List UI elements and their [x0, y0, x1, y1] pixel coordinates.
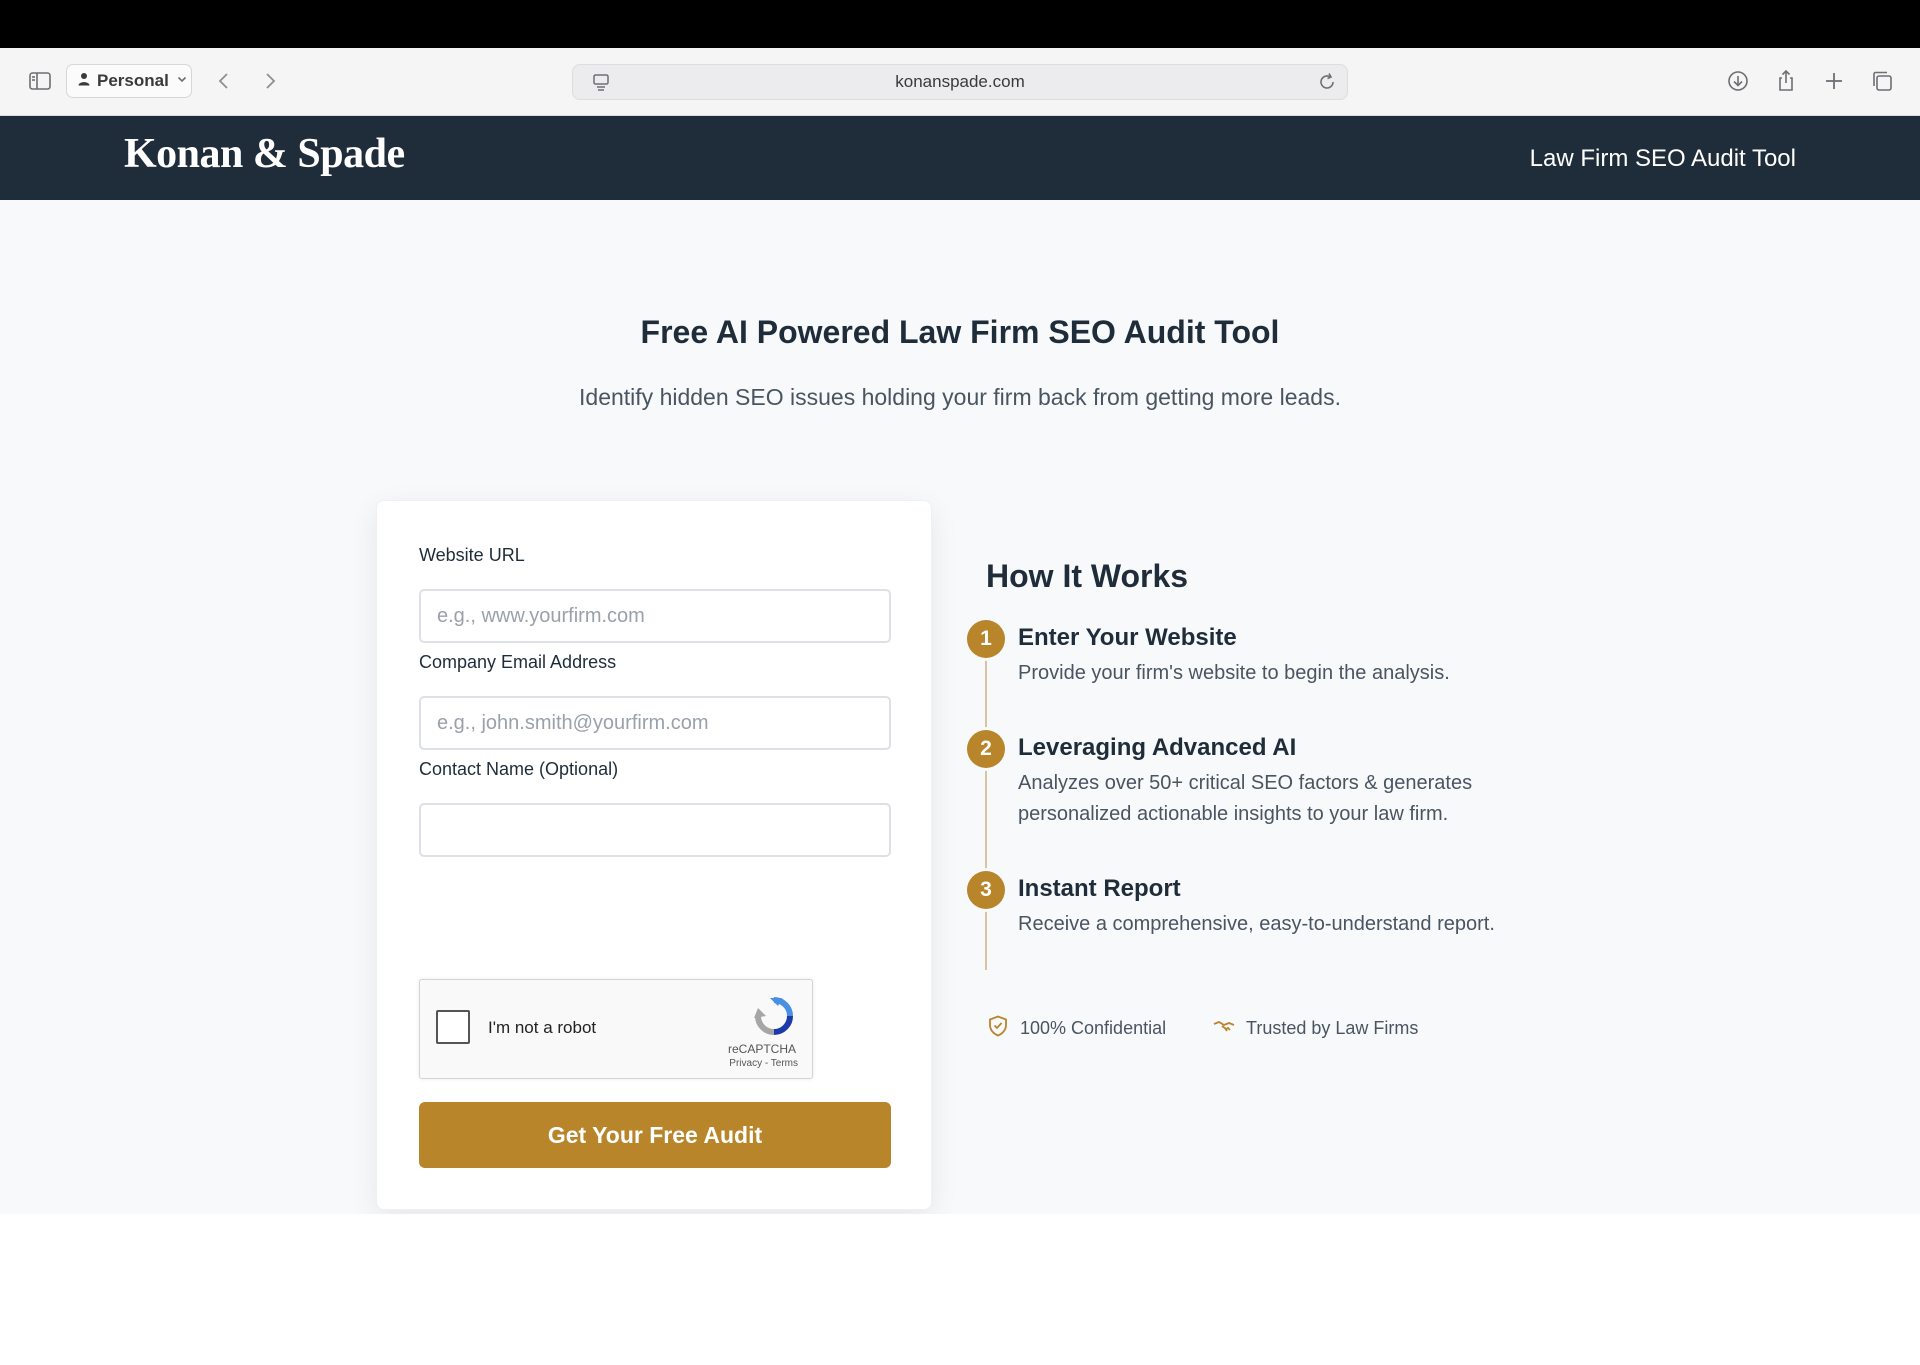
- url-text: konanspade.com: [895, 72, 1025, 91]
- forward-icon[interactable]: [256, 67, 284, 95]
- email-label: Company Email Address: [419, 652, 617, 672]
- website-url-input[interactable]: [419, 589, 891, 643]
- reload-icon[interactable]: [1313, 68, 1341, 96]
- step-title: Instant Report: [1018, 875, 1181, 902]
- recaptcha-widget: I'm not a robot reCAPTCHA Privacy - Term…: [419, 979, 813, 1079]
- share-icon[interactable]: [1772, 67, 1800, 95]
- recaptcha-logo-icon: [754, 997, 793, 1035]
- handshake-icon: [1212, 1014, 1236, 1043]
- browser-toolbar: Personal konanspade.com: [0, 48, 1920, 116]
- website-url-label: Website URL: [419, 545, 525, 565]
- confidential-badge: 100% Confidential: [986, 1014, 1166, 1043]
- timeline-line: [985, 638, 987, 970]
- recaptcha-brand: reCAPTCHA: [727, 1042, 796, 1056]
- step-description: Provide your firm's website to begin the…: [1018, 662, 1450, 684]
- contact-name-label: Contact Name (Optional): [419, 759, 619, 779]
- step-title: Leveraging Advanced AI: [1018, 734, 1297, 761]
- step-title: Enter Your Website: [1018, 624, 1237, 651]
- chevron-down-icon: [175, 71, 189, 91]
- recaptcha-links[interactable]: Privacy - Terms: [729, 1058, 798, 1069]
- contact-name-input[interactable]: [419, 803, 891, 857]
- step-number: 2: [967, 730, 1005, 768]
- tabs-overview-icon[interactable]: [1868, 67, 1896, 95]
- page-subtitle: Identify hidden SEO issues holding your …: [579, 384, 1341, 410]
- shield-check-icon: [986, 1014, 1010, 1043]
- step-number: 1: [967, 620, 1005, 658]
- page-title: Free AI Powered Law Firm SEO Audit Tool: [640, 314, 1280, 350]
- profile-button[interactable]: Personal: [66, 64, 192, 98]
- back-icon[interactable]: [210, 67, 238, 95]
- header-tagline: Law Firm SEO Audit Tool: [1529, 145, 1796, 172]
- get-free-audit-button[interactable]: Get Your Free Audit: [419, 1102, 891, 1168]
- recaptcha-label: I'm not a robot: [488, 1018, 597, 1037]
- step-description: Analyzes over 50+ critical SEO factors &…: [1018, 772, 1473, 825]
- site-header: Konan & Spade Law Firm SEO Audit Tool: [0, 116, 1920, 200]
- footer-strip: [0, 1214, 1920, 1365]
- site-logo[interactable]: Konan & Spade: [124, 130, 405, 178]
- sidebar-icon[interactable]: [26, 67, 54, 95]
- person-icon: [77, 71, 91, 91]
- badge-label: 100% Confidential: [1020, 1018, 1167, 1038]
- how-it-works-title: How It Works: [986, 558, 1189, 594]
- address-bar[interactable]: konanspade.com: [572, 64, 1348, 100]
- step-number: 3: [967, 871, 1005, 909]
- badge-label: Trusted by Law Firms: [1246, 1018, 1419, 1038]
- recaptcha-checkbox[interactable]: [436, 1010, 470, 1044]
- email-input[interactable]: [419, 696, 891, 750]
- step-description: Receive a comprehensive, easy-to-underst…: [1018, 913, 1495, 935]
- download-icon[interactable]: [1724, 67, 1752, 95]
- trusted-badge: Trusted by Law Firms: [1212, 1014, 1418, 1043]
- audit-form: Website URL Company Email Address Contac…: [376, 500, 932, 1210]
- profile-label: Personal: [97, 71, 169, 90]
- new-tab-icon[interactable]: [1820, 67, 1848, 95]
- page: Konan & Spade Law Firm SEO Audit Tool Fr…: [0, 116, 1920, 1365]
